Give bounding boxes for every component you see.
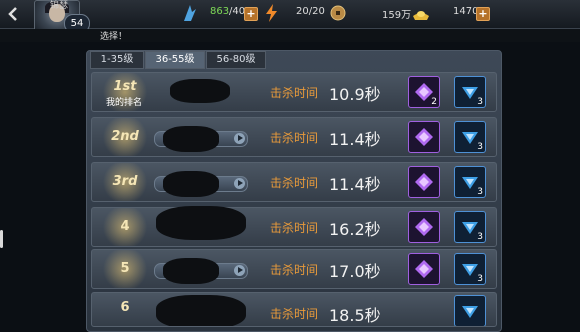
leaderboard-row: 1st 我的排名 击杀时间 10.9秒 2 3 [91, 72, 497, 112]
rank-label: 5 [100, 250, 150, 288]
blue-gem-reward[interactable]: 3 [454, 121, 486, 153]
player-name-redacted [170, 79, 230, 103]
purple-gem-reward[interactable] [408, 253, 440, 285]
edge-indicator [0, 230, 3, 248]
add-stamina-button[interactable]: + [244, 7, 258, 21]
player-name-redacted [163, 258, 219, 284]
kill-time-value: 10.9秒 [329, 85, 381, 104]
purple-gem-icon [415, 260, 433, 278]
back-arrow-icon[interactable] [6, 6, 22, 22]
blue-gem-reward[interactable]: 3 [454, 166, 486, 198]
purple-gem-reward[interactable] [408, 211, 440, 243]
kill-time-value: 11.4秒 [329, 130, 381, 149]
player-name-redacted [156, 206, 246, 240]
play-arrow-icon[interactable] [234, 265, 245, 276]
kill-time-value: 17.0秒 [329, 262, 381, 281]
purple-gem-icon [415, 218, 433, 236]
kill-time-value: 18.5秒 [329, 306, 381, 325]
tab-36-55[interactable]: 36-55级 [145, 51, 205, 69]
purple-gem-reward[interactable] [408, 166, 440, 198]
player-name-bar[interactable] [154, 171, 248, 197]
kill-time-label: 击杀时间 [270, 263, 319, 277]
rank-label: 4 [100, 208, 150, 246]
purple-gem-icon [415, 128, 433, 146]
blue-gem-qty: 3 [477, 187, 483, 197]
blue-gem-reward[interactable] [454, 295, 486, 326]
add-gold-button[interactable]: + [476, 7, 490, 21]
leaderboard-row: 4 击杀时间 16.2秒 3 [91, 206, 497, 247]
leaderboard-row: 2nd 击杀时间 11.4秒 3 [91, 117, 497, 157]
play-arrow-icon[interactable] [234, 133, 245, 144]
rank-label: 2nd [100, 118, 150, 156]
kill-time-label: 击杀时间 [270, 221, 319, 235]
kill-time-label: 击杀时间 [270, 307, 319, 321]
purple-gem-reward[interactable]: 2 [408, 76, 440, 108]
subheader-text: 选择！ [100, 32, 128, 42]
top-status-bar: 锦瑟 54 863 /40 + 20/20 159万 1470 + [0, 0, 580, 33]
player-name-bar[interactable] [154, 258, 248, 284]
kill-time-label: 击杀时间 [270, 131, 319, 145]
rank-label: 3rd [100, 163, 150, 201]
rank-label: 6 [120, 300, 130, 315]
player-name-redacted [163, 171, 219, 197]
player-name-redacted [156, 295, 246, 326]
purple-gem-icon [415, 173, 433, 191]
blue-gem-qty: 3 [477, 142, 483, 152]
purple-gem-reward[interactable] [408, 121, 440, 153]
gold-ingot-icon [412, 6, 430, 25]
kill-time-label: 击杀时间 [270, 176, 319, 190]
subheader-bar: 选择！ [0, 29, 580, 42]
leaderboard-row: 5 击杀时间 17.0秒 3 [91, 249, 497, 289]
coins-value: 159万 [382, 10, 412, 21]
energy-icon [262, 3, 282, 27]
blue-gem-reward[interactable]: 3 [454, 211, 486, 243]
blue-gem-qty: 3 [477, 232, 483, 242]
purple-gem-qty: 2 [431, 97, 437, 107]
gold-value: 1470 [453, 6, 479, 17]
play-arrow-icon[interactable] [234, 178, 245, 189]
tab-1-35[interactable]: 1-35级 [90, 51, 144, 69]
kill-time-value: 11.4秒 [329, 175, 381, 194]
stamina-icon [180, 3, 200, 27]
my-rank-label: 我的排名 [105, 98, 142, 108]
player-name-bar[interactable] [154, 126, 248, 152]
leaderboard-row: 3rd 击杀时间 11.4秒 3 [91, 162, 497, 202]
blue-gem-reward[interactable]: 3 [454, 253, 486, 285]
coin-icon [330, 5, 346, 25]
player-name-redacted [163, 126, 219, 152]
tab-56-80[interactable]: 56-80级 [206, 51, 266, 69]
energy-value: 20/20 [296, 6, 325, 17]
stamina-max: /40 [229, 6, 246, 17]
kill-time-label: 击杀时间 [270, 86, 319, 100]
blue-gem-icon [462, 306, 478, 318]
player-name: 锦瑟 [50, 1, 69, 11]
blue-gem-qty: 3 [477, 274, 483, 284]
stamina-value: 863 [210, 6, 230, 17]
kill-time-value: 16.2秒 [329, 220, 381, 239]
leaderboard-row: 6 击杀时间 18.5秒 [91, 292, 497, 327]
blue-gem-reward[interactable]: 3 [454, 76, 486, 108]
blue-gem-qty: 3 [477, 97, 483, 107]
